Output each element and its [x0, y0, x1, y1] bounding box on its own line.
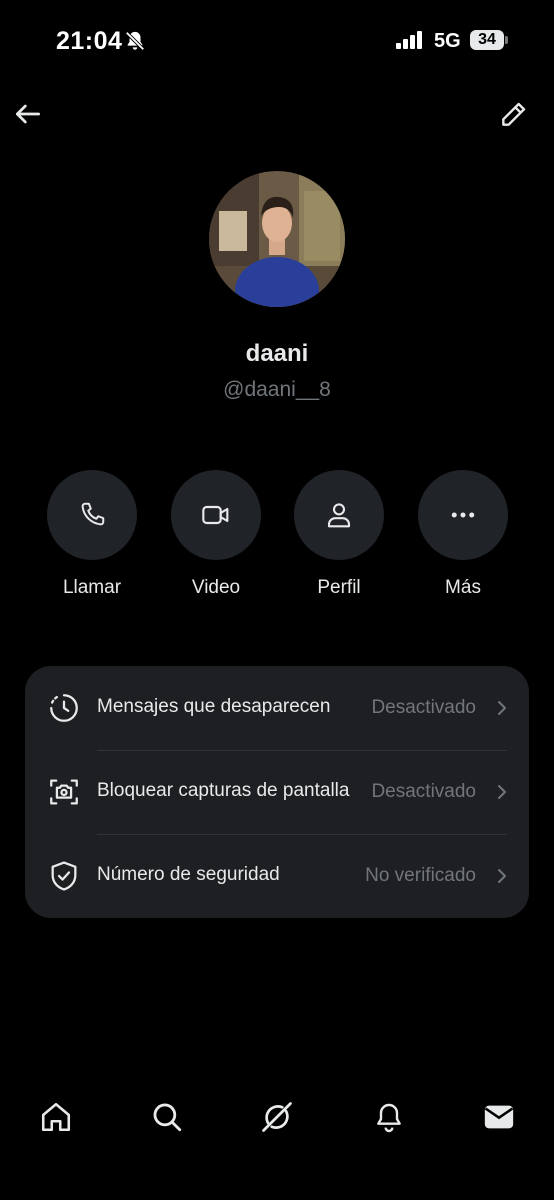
nav-notifications[interactable]: [369, 1097, 409, 1137]
call-button[interactable]: [47, 470, 137, 560]
avatar[interactable]: [209, 171, 345, 307]
nav-search[interactable]: [147, 1097, 187, 1137]
status-time: 21:04: [56, 27, 123, 55]
security-number-value: No verificado: [365, 865, 476, 886]
signal-icon: [396, 31, 424, 54]
edit-button[interactable]: [498, 98, 530, 130]
block-screenshots-label: Bloquear capturas de pantalla: [97, 780, 350, 801]
video-button[interactable]: [171, 470, 261, 560]
video-icon: [202, 505, 229, 525]
security-number-row[interactable]: Número de seguridad No verificado: [25, 834, 529, 918]
grok-icon: [262, 1102, 292, 1132]
person-icon: [327, 503, 351, 528]
more-label: Más: [445, 577, 481, 598]
back-button[interactable]: [12, 98, 44, 130]
battery-cap: [505, 36, 508, 44]
call-label: Llamar: [62, 577, 122, 598]
arrow-left-icon: [15, 104, 40, 124]
block-screenshots-row[interactable]: Bloquear capturas de pantalla Desactivad…: [25, 750, 529, 834]
profile-handle: @daani__8: [223, 378, 331, 401]
security-number-label: Número de seguridad: [97, 864, 280, 885]
disappearing-messages-row[interactable]: Mensajes que desaparecen Desactivado: [25, 666, 529, 750]
nav-messages[interactable]: [479, 1097, 519, 1137]
network-type: 5G: [434, 30, 461, 52]
disappearing-messages-value: Desactivado: [371, 697, 476, 718]
chevron-right-icon: [495, 782, 509, 807]
nav-grok[interactable]: [257, 1097, 297, 1137]
search-icon: [153, 1103, 182, 1132]
screenshot-camera-icon: [47, 775, 81, 809]
bell-off-icon: [124, 30, 146, 57]
profile-name: daani: [245, 340, 309, 367]
disappearing-messages-label: Mensajes que desaparecen: [97, 696, 331, 717]
profile-button[interactable]: [294, 470, 384, 560]
more-button[interactable]: [418, 470, 508, 560]
messages-icon: [484, 1105, 514, 1129]
nav-home[interactable]: [36, 1097, 76, 1137]
pencil-icon: [502, 102, 526, 126]
shield-check-icon: [47, 859, 81, 893]
block-screenshots-value: Desactivado: [371, 781, 476, 802]
video-label: Video: [191, 577, 241, 598]
more-icon: [451, 512, 475, 518]
profile-label: Perfil: [317, 577, 361, 598]
notifications-icon: [377, 1103, 401, 1133]
timer-icon: [47, 691, 81, 725]
battery-indicator: 34: [470, 30, 504, 50]
phone-icon: [81, 502, 105, 526]
chevron-right-icon: [495, 698, 509, 723]
chevron-right-icon: [495, 866, 509, 891]
home-icon: [41, 1102, 71, 1132]
